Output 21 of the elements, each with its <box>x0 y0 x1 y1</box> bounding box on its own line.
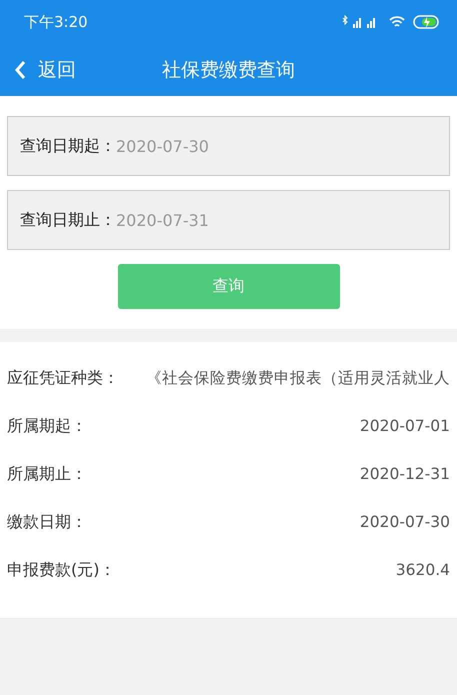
wifi-icon <box>389 16 405 28</box>
detail-label: 所属期起： <box>7 416 87 436</box>
detail-value: 3620.4 <box>396 561 450 579</box>
detail-label: 申报费款(元)： <box>7 560 116 580</box>
detail-value: 2020-07-01 <box>360 417 450 435</box>
detail-label: 所属期止： <box>7 464 87 484</box>
battery-icon <box>413 15 441 29</box>
detail-label: 应征凭证种类： <box>7 368 119 388</box>
status-time: 下午3:20 <box>24 12 88 32</box>
detail-label: 缴款日期： <box>7 512 87 532</box>
back-icon <box>14 60 26 80</box>
field-label: 查询日期止： <box>20 210 116 230</box>
page-title: 社保费缴费查询 <box>162 58 295 83</box>
detail-value: 2020-12-31 <box>360 465 450 483</box>
query-button[interactable]: 查询 <box>118 264 340 309</box>
date-input[interactable]: 2020-07-31 <box>116 210 437 230</box>
detail-value: 2020-07-30 <box>360 513 450 531</box>
detail-value: 《社会保险费缴费申报表（适用灵活就业人 <box>146 368 450 388</box>
back-button[interactable]: 返回 <box>0 57 76 83</box>
date-input[interactable]: 2020-07-30 <box>116 136 437 156</box>
field-label: 查询日期起： <box>20 136 116 156</box>
